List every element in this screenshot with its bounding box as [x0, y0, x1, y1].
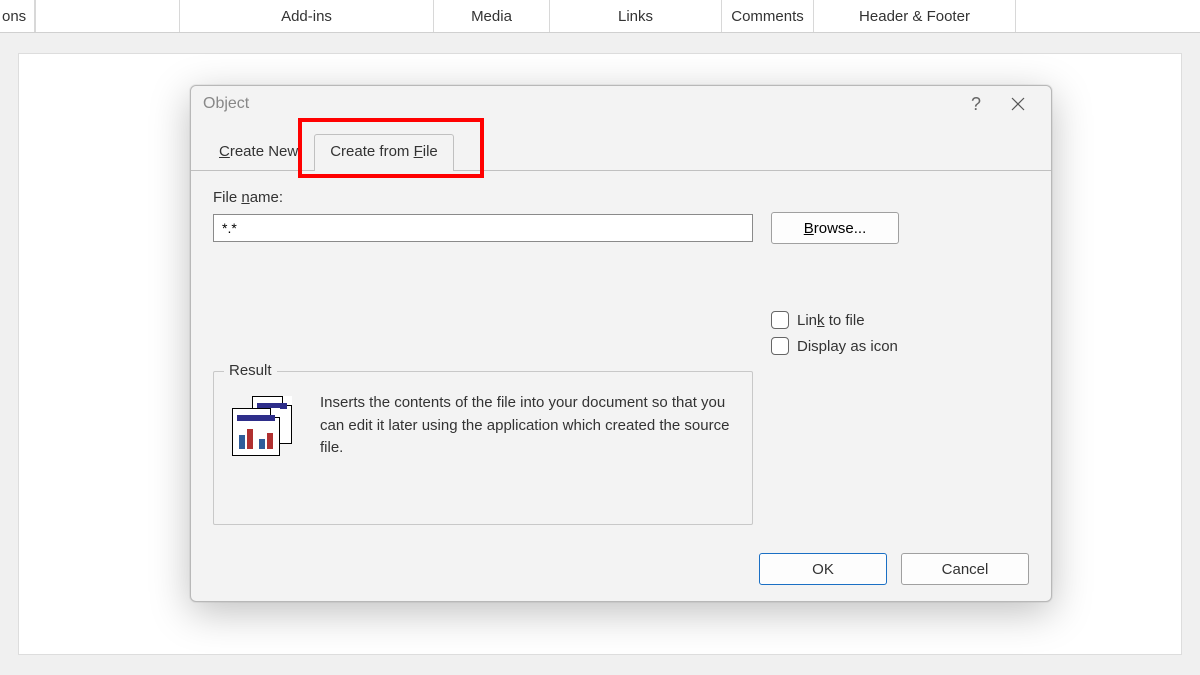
close-button[interactable] [997, 89, 1039, 119]
display-as-icon-checkbox[interactable]: Display as icon [771, 337, 898, 355]
tab-content: File name: Browse... Link to file Displa… [191, 170, 1051, 541]
ok-button[interactable]: OK [759, 553, 887, 585]
cancel-button[interactable]: Cancel [901, 553, 1029, 585]
tab-create-from-file[interactable]: Create from File [314, 134, 454, 171]
ribbon-tab-comments[interactable]: Comments [722, 0, 814, 32]
ribbon-tab-media[interactable]: Media [434, 0, 550, 32]
close-icon [1011, 97, 1025, 111]
ribbon-tab-header-footer[interactable]: Header & Footer [814, 0, 1016, 32]
checkbox-group: Link to file Display as icon [771, 311, 898, 355]
object-dialog: Object ? Create New Create from File Fil… [190, 85, 1052, 602]
result-fieldset: Result Inserts the contents of the file … [213, 371, 753, 525]
dialog-footer: OK Cancel [191, 541, 1051, 601]
checkbox-icon [771, 311, 789, 329]
result-legend: Result [224, 362, 277, 379]
browse-button[interactable]: Browse... [771, 212, 899, 244]
ribbon-tab-partial[interactable]: ons [0, 0, 35, 32]
checkbox-icon [771, 337, 789, 355]
file-name-input[interactable] [213, 214, 753, 242]
ribbon-tab-addins[interactable]: Add-ins [180, 0, 434, 32]
dialog-titlebar: Object ? [191, 86, 1051, 122]
result-description: Inserts the contents of the file into yo… [320, 392, 734, 460]
tab-create-new[interactable]: Create New [203, 134, 314, 170]
ribbon-tabs: ons Add-ins Media Links Comments Header … [0, 0, 1200, 33]
help-button[interactable]: ? [955, 89, 997, 119]
dialog-title: Object [203, 95, 955, 113]
dialog-tabstrip: Create New Create from File [191, 122, 1051, 170]
file-row: Browse... [213, 212, 1029, 244]
file-name-label: File name: [213, 189, 1029, 206]
ribbon-tab-links[interactable]: Links [550, 0, 722, 32]
ribbon-tab-blank[interactable] [35, 0, 180, 32]
embed-document-icon [232, 396, 302, 456]
link-to-file-checkbox[interactable]: Link to file [771, 311, 898, 329]
